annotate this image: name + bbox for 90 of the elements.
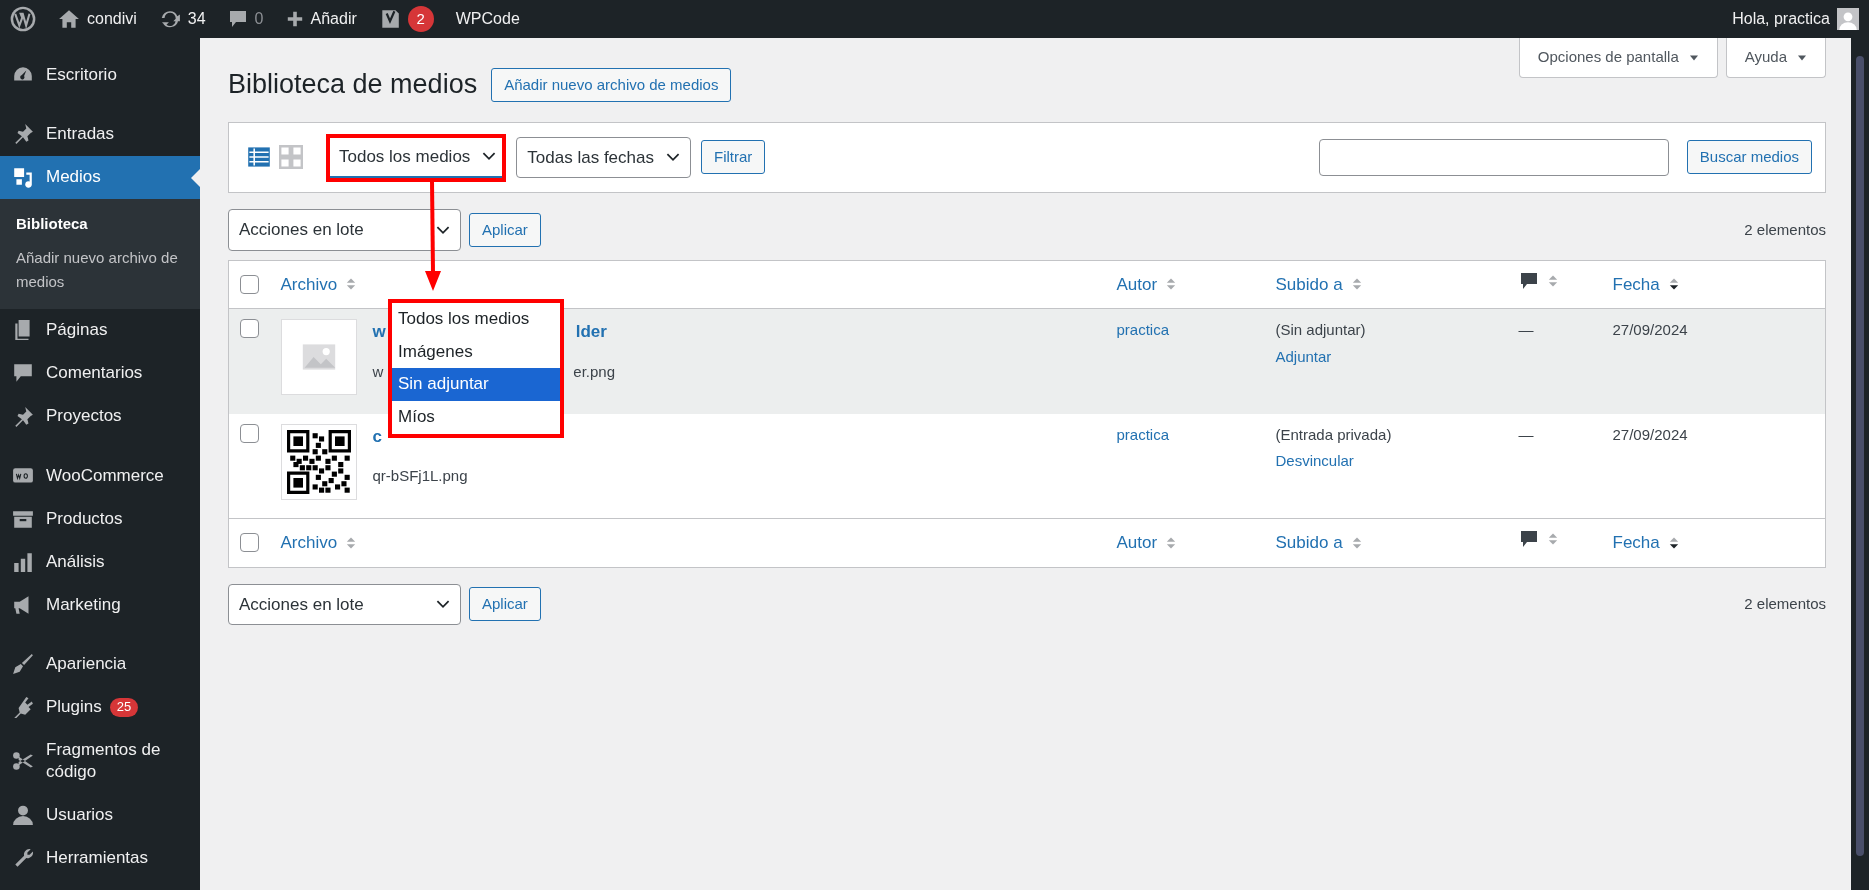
qr-code-image bbox=[286, 429, 351, 494]
scrollbar[interactable] bbox=[1851, 38, 1869, 890]
comment-icon bbox=[12, 362, 34, 385]
media-icon bbox=[12, 166, 34, 189]
column-header[interactable]: Fecha bbox=[1612, 271, 1680, 297]
row-checkbox[interactable] bbox=[240, 319, 259, 338]
file-title-link[interactable]: w bbox=[372, 319, 386, 345]
comment-count: — bbox=[1518, 321, 1534, 338]
attach-action-link[interactable]: Adjuntar bbox=[1275, 345, 1503, 368]
home-icon[interactable] bbox=[58, 8, 80, 30]
column-header[interactable]: Fecha bbox=[1612, 530, 1680, 556]
apply-button[interactable]: Aplicar bbox=[469, 212, 541, 247]
select-all-checkbox[interactable] bbox=[240, 274, 259, 294]
scissors-icon bbox=[12, 750, 34, 773]
plus-icon[interactable] bbox=[285, 10, 304, 28]
attached-to-text: (Entrada privada) bbox=[1275, 424, 1393, 445]
filter-button[interactable]: Filtrar bbox=[701, 140, 766, 175]
paintbrush-icon bbox=[12, 653, 34, 675]
sidebar-item[interactable]: Medios bbox=[0, 156, 200, 200]
sidebar-item[interactable]: Usuarios bbox=[0, 794, 200, 838]
comment-count: — bbox=[1518, 425, 1534, 443]
sidebar-item[interactable]: Productos bbox=[0, 497, 200, 541]
column-header[interactable] bbox=[1518, 270, 1559, 291]
column-header[interactable]: Archivo bbox=[280, 530, 358, 556]
dropdown-option[interactable]: Sin adjuntar bbox=[392, 368, 560, 401]
page-title: Biblioteca de medios bbox=[228, 68, 478, 101]
search-button[interactable]: Buscar medios bbox=[1686, 140, 1812, 175]
sidebar-item[interactable]: Herramientas bbox=[0, 837, 200, 881]
item-count: 2 elementos bbox=[1744, 594, 1826, 614]
notification-badge: 2 bbox=[407, 6, 434, 32]
new-link[interactable]: Añadir bbox=[310, 7, 357, 31]
apply-button[interactable]: Aplicar bbox=[469, 587, 541, 622]
sidebar-item[interactable]: Escritorio bbox=[0, 54, 200, 98]
sidebar-item[interactable]: Comentarios bbox=[0, 352, 200, 396]
column-header[interactable]: Autor bbox=[1116, 530, 1178, 556]
file-name: qr-bSFj1L.png bbox=[372, 466, 468, 486]
column-header[interactable]: Subido a bbox=[1275, 271, 1363, 297]
attach-action-link[interactable]: Desvincular bbox=[1275, 450, 1503, 473]
author-link[interactable]: practica bbox=[1116, 321, 1170, 338]
sidebar-item[interactable]: Páginas bbox=[0, 309, 200, 353]
file-title-link[interactable]: lder bbox=[575, 319, 607, 345]
column-header[interactable]: Subido a bbox=[1275, 530, 1363, 556]
comment-bubble-icon bbox=[1518, 529, 1539, 549]
comment-icon[interactable] bbox=[227, 9, 248, 29]
screen-options-tab[interactable]: Opciones de pantalla bbox=[1518, 38, 1718, 78]
column-header[interactable]: Archivo bbox=[280, 271, 358, 297]
wrench-icon bbox=[12, 847, 34, 870]
plug-icon bbox=[12, 696, 34, 719]
site-name-link[interactable]: condivi bbox=[87, 7, 137, 31]
attached-to-text: (Sin adjuntar) bbox=[1275, 320, 1367, 340]
sidebar-item[interactable]: Entradas bbox=[0, 113, 200, 157]
wordpress-logo-icon[interactable] bbox=[10, 6, 36, 32]
bar-chart-icon bbox=[12, 550, 34, 573]
sidebar-item[interactable]: Marketing bbox=[0, 583, 200, 627]
upload-date: 27/09/2024 bbox=[1612, 425, 1688, 443]
submenu-item[interactable]: Biblioteca bbox=[0, 207, 200, 242]
file-title-link[interactable]: c bbox=[372, 423, 382, 449]
greeting-link[interactable]: Hola, practica bbox=[1732, 7, 1830, 31]
comment-bubble-icon bbox=[1518, 270, 1539, 291]
list-view-icon[interactable] bbox=[247, 145, 271, 170]
file-name: er.png bbox=[573, 361, 616, 382]
updates-count[interactable]: 34 bbox=[187, 7, 206, 31]
search-field[interactable] bbox=[1318, 138, 1669, 176]
sidebar-item[interactable]: Análisis bbox=[0, 540, 200, 584]
plugin-link[interactable]: WPCode bbox=[455, 7, 520, 31]
author-link[interactable]: practica bbox=[1116, 425, 1170, 443]
sidebar-item[interactable]: Apariencia bbox=[0, 642, 200, 687]
sidebar-item[interactable]: WooCommerce bbox=[0, 454, 200, 498]
sidebar-item[interactable]: Proyectos bbox=[0, 395, 200, 439]
submenu-item[interactable]: Añadir nuevo archivo de medios bbox=[0, 241, 200, 300]
user-icon bbox=[12, 804, 34, 827]
bulk-actions-select[interactable]: Acciones en lote bbox=[228, 209, 461, 251]
help-tab[interactable]: Ayuda bbox=[1725, 38, 1826, 78]
bulk-actions-select[interactable]: Acciones en lote bbox=[228, 583, 461, 625]
add-new-button[interactable]: Añadir nuevo archivo de medios bbox=[491, 67, 732, 102]
date-select[interactable]: Todas las fechas bbox=[516, 136, 691, 178]
comments-count[interactable]: 0 bbox=[254, 7, 264, 31]
select-all-checkbox[interactable] bbox=[240, 533, 259, 553]
dropdown-option[interactable]: Míos bbox=[392, 400, 560, 434]
sidebar-item[interactable]: Fragmentos de código bbox=[0, 729, 200, 795]
count-badge: 25 bbox=[109, 697, 139, 717]
dropdown-option[interactable]: Todos los medios bbox=[392, 303, 560, 336]
file-name: w bbox=[372, 361, 384, 382]
upload-date: 27/09/2024 bbox=[1612, 321, 1688, 338]
item-count: 2 elementos bbox=[1744, 219, 1826, 240]
column-header[interactable]: Autor bbox=[1116, 271, 1178, 297]
row-checkbox[interactable] bbox=[240, 423, 259, 443]
dropdown-option[interactable]: Imágenes bbox=[392, 335, 560, 369]
column-header[interactable] bbox=[1518, 529, 1559, 549]
sidebar-item[interactable]: Plugins 25 bbox=[0, 686, 200, 730]
